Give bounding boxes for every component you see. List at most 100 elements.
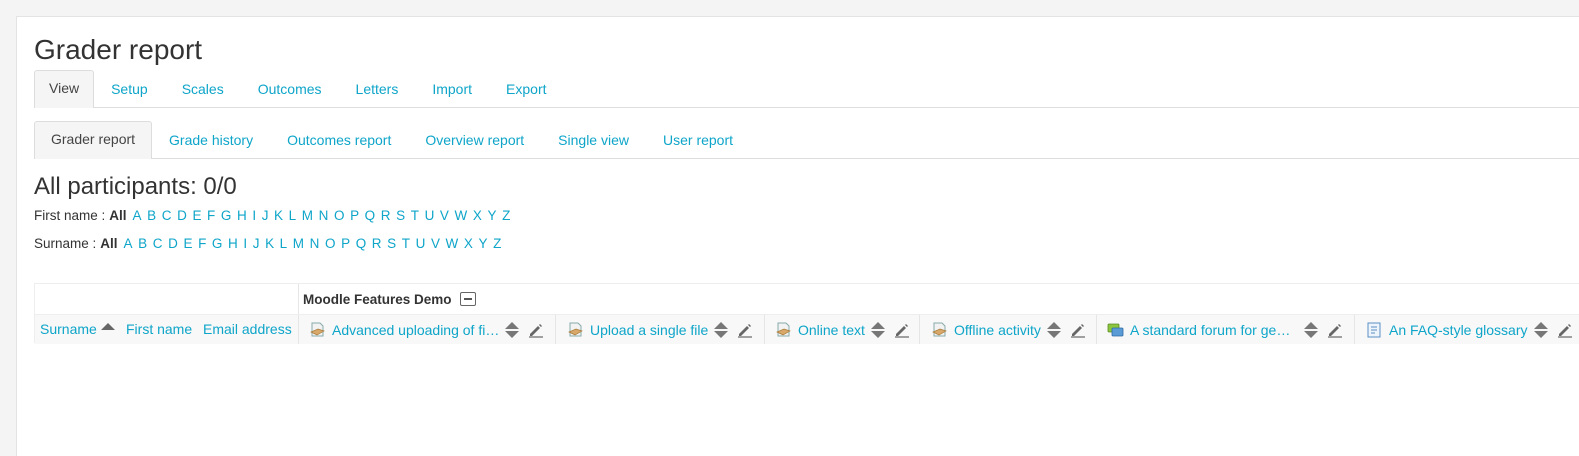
surname-initial-u[interactable]: U [416,236,426,251]
firstname-initial-i[interactable]: I [252,208,256,223]
edit-icon[interactable] [527,321,545,339]
tab-view[interactable]: View [34,70,95,108]
firstname-initial-p[interactable]: P [350,208,359,223]
move-icon[interactable] [1533,321,1548,339]
firstname-initial-j[interactable]: J [262,208,269,223]
email-header[interactable]: Email address [203,315,292,344]
firstname-header[interactable]: First name [126,315,192,344]
tab-letters[interactable]: Letters [339,71,416,108]
firstname-initial-s[interactable]: S [396,208,405,223]
tab-outcomes[interactable]: Outcomes [241,71,339,108]
firstname-initial-a[interactable]: A [133,208,142,223]
surname-initial-h[interactable]: H [228,236,238,251]
tab-import[interactable]: Import [415,71,489,108]
surname-initial-k[interactable]: K [265,236,274,251]
surname-header-label: Surname [40,321,97,337]
column-separator [555,315,556,344]
tab-user-report[interactable]: User report [646,122,750,159]
tab-single-view[interactable]: Single view [541,122,646,159]
surname-initial-o[interactable]: O [325,236,336,251]
surname-initial-y[interactable]: Y [479,236,488,251]
surname-initial-b[interactable]: B [138,236,147,251]
firstname-initial-o[interactable]: O [334,208,345,223]
surname-initial-v[interactable]: V [431,236,440,251]
grader-table: Moodle Features Demo Surname First name … [34,283,1579,344]
firstname-initial-x[interactable]: X [473,208,482,223]
firstname-initial-d[interactable]: D [177,208,187,223]
surname-initial-all[interactable]: All [100,236,117,251]
grade-item-link[interactable]: Offline activity [954,322,1041,338]
surname-initial-e[interactable]: E [183,236,192,251]
grade-item-1: Upload a single file [567,315,754,344]
firstname-initial-q[interactable]: Q [365,208,376,223]
move-icon[interactable] [1046,321,1061,339]
assignment-icon [310,322,325,337]
firstname-initial-k[interactable]: K [274,208,283,223]
grade-item-link[interactable]: An FAQ-style glossary [1389,322,1528,338]
surname-initial-l[interactable]: L [280,236,288,251]
edit-icon[interactable] [1326,321,1344,339]
forum-icon [1107,323,1124,337]
firstname-initial-r[interactable]: R [381,208,391,223]
surname-initial-g[interactable]: G [212,236,223,251]
firstname-initial-w[interactable]: W [455,208,468,223]
surname-initial-n[interactable]: N [310,236,320,251]
surname-initial-a[interactable]: A [124,236,133,251]
firstname-initial-h[interactable]: H [237,208,247,223]
tab-scales[interactable]: Scales [165,71,241,108]
grade-item-link[interactable]: A standard forum for gen… [1130,322,1298,338]
surname-header[interactable]: Surname [40,315,115,344]
surname-initial-f[interactable]: F [198,236,206,251]
move-icon[interactable] [505,321,520,339]
surname-initial-q[interactable]: Q [356,236,367,251]
tab-grade-history[interactable]: Grade history [152,122,270,159]
surname-initial-z[interactable]: Z [493,236,501,251]
firstname-initial-l[interactable]: L [289,208,297,223]
firstname-initial-z[interactable]: Z [502,208,510,223]
column-separator [1354,315,1355,344]
tab-outcomes-report[interactable]: Outcomes report [270,122,408,159]
surname-initial-j[interactable]: J [253,236,260,251]
firstname-initial-c[interactable]: C [162,208,172,223]
grade-item-link[interactable]: Upload a single file [590,322,708,338]
surname-initial-t[interactable]: T [402,236,410,251]
grade-item-link[interactable]: Advanced uploading of fi… [332,322,499,338]
edit-icon[interactable] [1069,321,1087,339]
move-icon[interactable] [714,321,729,339]
surname-initial-w[interactable]: W [446,236,459,251]
collapse-icon[interactable] [459,292,476,306]
column-separator [764,315,765,344]
edit-icon[interactable] [1556,321,1574,339]
surname-initial-c[interactable]: C [153,236,163,251]
firstname-initial-v[interactable]: V [440,208,449,223]
tab-overview-report[interactable]: Overview report [408,122,541,159]
tab-setup[interactable]: Setup [94,71,165,108]
firstname-initial-b[interactable]: B [147,208,156,223]
surname-initial-s[interactable]: S [387,236,396,251]
firstname-initial-g[interactable]: G [221,208,232,223]
surname-initial-i[interactable]: I [243,236,247,251]
surname-initial-p[interactable]: P [341,236,350,251]
firstname-initial-n[interactable]: N [319,208,329,223]
firstname-initial-t[interactable]: T [411,208,419,223]
surname-initial-r[interactable]: R [372,236,382,251]
firstname-initial-y[interactable]: Y [487,208,496,223]
surname-initial-x[interactable]: X [464,236,473,251]
surname-initial-d[interactable]: D [168,236,178,251]
firstname-initial-e[interactable]: E [192,208,201,223]
edit-icon[interactable] [736,321,754,339]
category-name: Moodle Features Demo [303,291,452,307]
tab-export[interactable]: Export [489,71,563,108]
edit-icon[interactable] [893,321,911,339]
firstname-initial-f[interactable]: F [207,208,215,223]
firstname-initial-all[interactable]: All [109,208,126,223]
tab-grader-report[interactable]: Grader report [34,121,153,159]
firstname-initial-m[interactable]: M [302,208,313,223]
surname-initials-label: Surname : [34,236,97,251]
firstname-initial-u[interactable]: U [425,208,435,223]
category-cell: Moodle Features Demo [298,284,1579,314]
grade-item-link[interactable]: Online text [798,322,865,338]
move-icon[interactable] [870,321,885,339]
move-icon[interactable] [1304,321,1318,339]
surname-initial-m[interactable]: M [293,236,304,251]
